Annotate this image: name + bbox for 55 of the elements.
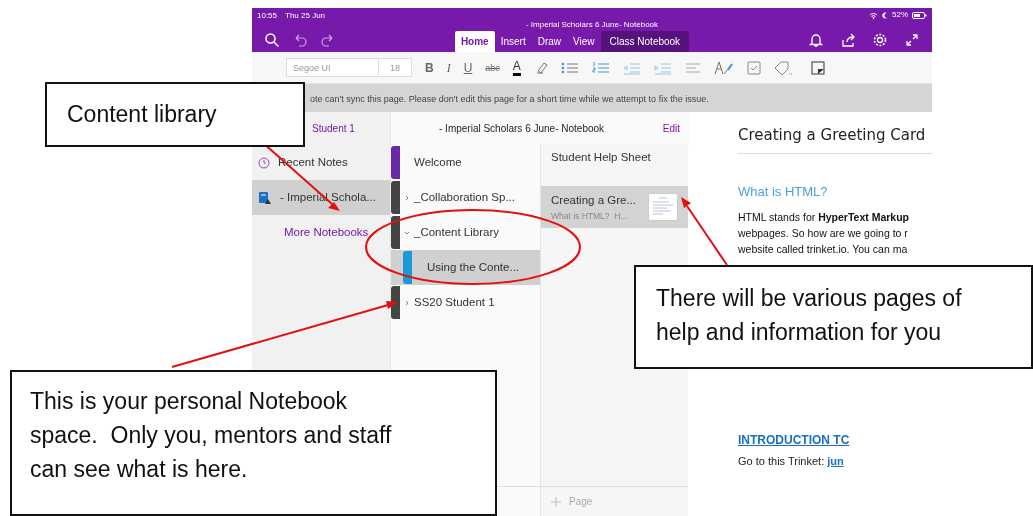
ribbon-tab[interactable]: Draw	[531, 31, 568, 52]
bullet-list-icon[interactable]	[560, 60, 579, 75]
format-button[interactable]: B	[425, 60, 434, 75]
window-title: - Imperial Scholars 6 June- Notebook	[524, 20, 660, 29]
note-title: Creating a Greeting Card	[738, 112, 932, 154]
format-button[interactable]: I	[446, 60, 451, 75]
page-title: Creating a Gre...	[551, 193, 637, 209]
page-title: Student Help Sheet	[551, 150, 652, 165]
note-paragraph: HTML stands for HyperText Markup webpages. So how are we going to r website called trinket.io. You can ma	[738, 210, 910, 257]
expand-icon[interactable]	[904, 32, 920, 48]
section-item[interactable]: _Collaboration Sp...	[391, 180, 540, 215]
notebook-icon	[258, 190, 272, 205]
section-item[interactable]: SS20 Student 1	[391, 285, 540, 320]
trinket-label: Go to this Trinket:	[738, 455, 825, 467]
clock-icon	[258, 156, 270, 169]
bell-icon[interactable]	[808, 32, 824, 48]
trinket-link[interactable]: jun	[827, 455, 844, 467]
checkbox-icon[interactable]	[746, 60, 761, 75]
section-item[interactable]: Using the Conte...	[391, 250, 540, 285]
notebook-item[interactable]: More Notebooks	[252, 215, 390, 250]
ribbon-tab[interactable]: Class Notebook	[600, 31, 690, 52]
ribbon-tab[interactable]: Home	[454, 31, 495, 52]
notebook-title: - Imperial Scholars 6 June- Notebook	[439, 122, 605, 136]
format-button[interactable]: A	[512, 59, 521, 76]
callout-text: Content library	[67, 100, 218, 129]
page-item[interactable]: Creating a Gre... What is HTML? H...	[541, 186, 688, 229]
tag-icon[interactable]	[773, 60, 792, 75]
status-date: Thu 25 Jun	[285, 10, 326, 20]
ribbon-tab[interactable]: View	[567, 31, 601, 52]
section-item[interactable]: _Content Library	[391, 215, 540, 250]
battery-percent: 52%	[892, 9, 908, 21]
sticky-note-icon[interactable]	[810, 60, 825, 75]
styles-icon[interactable]	[713, 60, 734, 75]
ribbon-tab[interactable]: Insert	[494, 31, 532, 52]
moon-icon	[882, 11, 888, 19]
share-icon[interactable]	[840, 32, 856, 48]
plus-icon	[551, 496, 561, 507]
format-button[interactable]: U	[463, 60, 473, 75]
wifi-icon	[869, 11, 878, 19]
search-icon[interactable]	[264, 32, 280, 48]
format-button[interactable]: abc	[485, 60, 500, 75]
page-thumbnail	[648, 193, 678, 222]
arrow	[681, 197, 728, 266]
callout-text: There will be various pages of help and information for you	[656, 284, 963, 347]
callout-text: This is your personal Notebook space. Only you, mentors and staff can see what is here.	[30, 387, 393, 484]
status-time: 10:55	[257, 10, 278, 20]
battery-icon	[912, 11, 927, 19]
notebook-owner: Student 1	[312, 122, 355, 136]
settings-icon[interactable]	[872, 32, 888, 48]
section-item[interactable]: Welcome	[391, 145, 540, 180]
edit-button[interactable]: Edit	[661, 120, 681, 137]
page-preview: What is HTML? H...	[551, 209, 629, 223]
page-item[interactable]: Student Help Sheet	[541, 143, 688, 173]
note-heading: What is HTML?	[738, 182, 829, 201]
intro-link[interactable]: INTRODUCTION TC	[738, 431, 850, 449]
